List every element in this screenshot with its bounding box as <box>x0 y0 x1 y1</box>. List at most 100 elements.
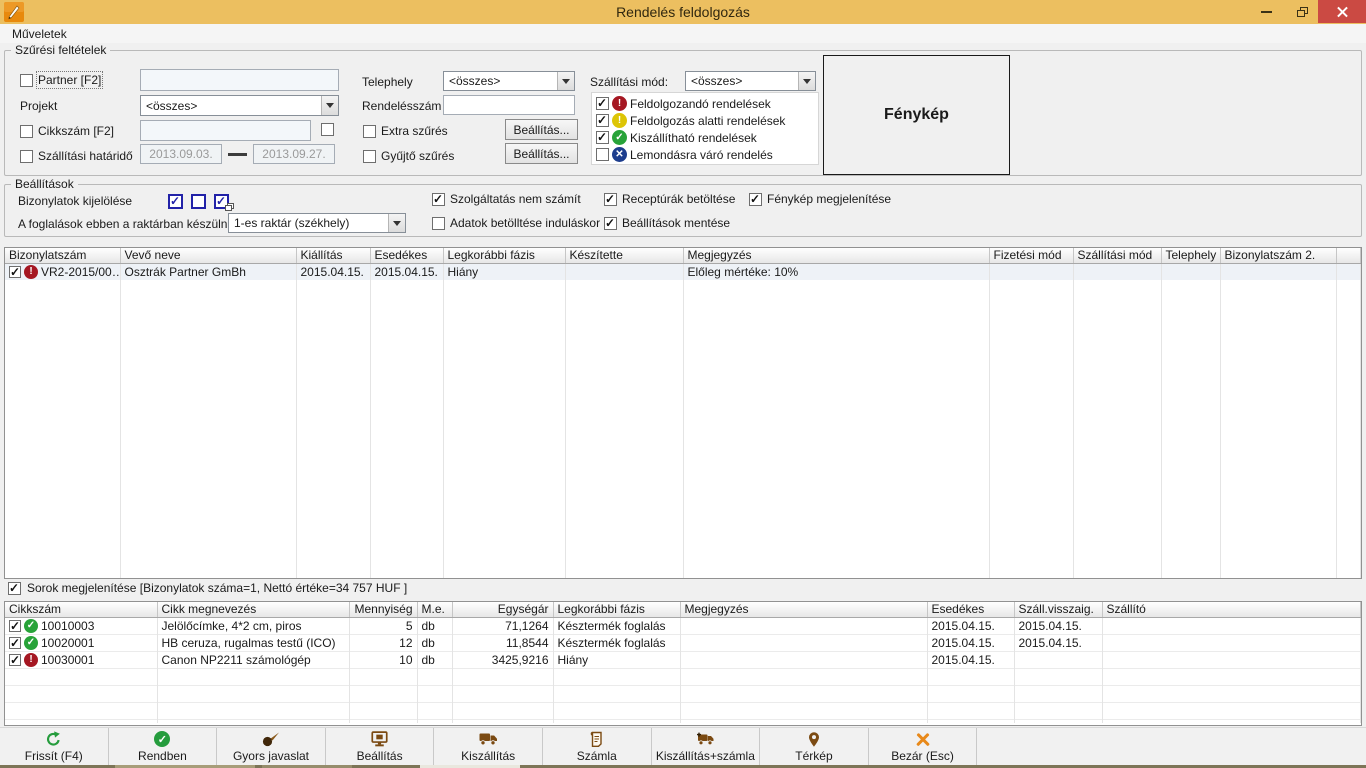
column-header[interactable]: Száll.visszaig. <box>1014 602 1102 617</box>
column-header-filler <box>1336 248 1361 263</box>
column-header[interactable]: Cikk megnevezés <box>157 602 349 617</box>
column-header[interactable]: Szállító <box>1102 602 1361 617</box>
column-header[interactable]: Bizonylatszám <box>5 248 120 263</box>
delivery-button-label: Kiszállítás <box>461 749 515 763</box>
column-header[interactable]: Megjegyzés <box>680 602 927 617</box>
delivery-plus-invoice-button[interactable]: Kiszállítás+számla <box>652 728 761 765</box>
date-range-dash <box>228 153 247 156</box>
ok-button[interactable]: ✓ Rendben <box>109 728 218 765</box>
extra-szures-checkbox[interactable] <box>363 125 376 138</box>
cikkszam-input[interactable] <box>140 120 311 141</box>
menu-muveletek[interactable]: Műveletek <box>6 27 73 41</box>
status-filter-row: ✓Kiszállítható rendelések <box>596 129 818 146</box>
date-to-input[interactable] <box>253 144 335 164</box>
cikkszam-label: Cikkszám [F2] <box>38 124 114 138</box>
szallitasi-mod-label: Szállítási mód: <box>590 75 668 89</box>
red-exclamation-icon: ! <box>24 265 38 279</box>
invoice-button[interactable]: Számla <box>543 728 652 765</box>
status-filter-list: !Feldolgozandó rendelések!Feldolgozás al… <box>591 92 819 165</box>
chevron-down-icon[interactable] <box>321 96 338 115</box>
row-checkbox[interactable] <box>9 620 21 632</box>
raktar-label: A foglalások ebben a raktárban készülnek… <box>18 217 243 231</box>
gyujto-szures-label: Gyűjtő szűrés <box>381 149 454 163</box>
status-filter-checkbox[interactable] <box>596 114 609 127</box>
gyujto-szures-settings-button[interactable]: Beállítás... <box>505 143 578 164</box>
status-filter-label: Lemondásra váró rendelés <box>630 148 773 162</box>
column-header[interactable]: Egységár <box>452 602 553 617</box>
row-id: 10020001 <box>41 636 94 650</box>
summary-label: Sorok megjelenítése [Bizonylatok száma=1… <box>27 581 407 595</box>
chevron-down-icon[interactable] <box>798 72 815 90</box>
close-icon[interactable] <box>1318 0 1366 23</box>
row-id: 10030001 <box>41 653 94 667</box>
table-row[interactable]: ✓10010003Jelölőcímke, 4*2 cm, piros5db71… <box>5 617 1361 634</box>
partner-input[interactable] <box>140 69 339 91</box>
column-header[interactable]: M.e. <box>417 602 452 617</box>
gyujto-szures-checkbox[interactable] <box>363 150 376 163</box>
partner-checkbox[interactable] <box>20 74 33 87</box>
column-header[interactable]: Szállítási mód <box>1073 248 1161 263</box>
row-checkbox[interactable] <box>9 654 21 666</box>
beallitasok-mentese-checkbox[interactable] <box>604 217 617 230</box>
orders-table: BizonylatszámVevő neveKiállításEsedékesL… <box>4 247 1362 579</box>
row-checkbox[interactable] <box>9 637 21 649</box>
rendelesszam-input[interactable] <box>443 95 575 115</box>
status-filter-checkbox[interactable] <box>596 148 609 161</box>
restore-icon[interactable] <box>1284 0 1320 23</box>
column-header[interactable]: Bizonylatszám 2. <box>1220 248 1336 263</box>
chevron-down-icon[interactable] <box>388 214 405 232</box>
blue-cross-icon: ✕ <box>612 147 627 162</box>
status-filter-checkbox[interactable] <box>596 131 609 144</box>
row-checkbox[interactable] <box>9 266 21 278</box>
column-header[interactable]: Legkorábbi fázis <box>553 602 680 617</box>
recepturak-betoltese-checkbox[interactable] <box>604 193 617 206</box>
quick-suggestion-button[interactable]: Gyors javaslat <box>217 728 326 765</box>
table-row[interactable]: !10030001Canon NP2211 számológép10db3425… <box>5 651 1361 668</box>
column-header[interactable]: Megjegyzés <box>683 248 989 263</box>
szallitasi-mod-select[interactable]: <összes> <box>685 71 816 91</box>
status-filter-label: Feldolgozás alatti rendelések <box>630 114 785 128</box>
truck-icon <box>479 730 498 748</box>
date-from-input[interactable] <box>140 144 222 164</box>
map-button[interactable]: Térkép <box>760 728 869 765</box>
select-none-checkbox[interactable] <box>191 194 206 209</box>
minimize-icon[interactable] <box>1248 0 1284 23</box>
invert-selection-checkbox[interactable] <box>214 194 229 209</box>
extra-szures-settings-button[interactable]: Beállítás... <box>505 119 578 140</box>
telephely-label: Telephely <box>362 75 413 89</box>
close-x-icon <box>916 730 930 748</box>
szallitasi-hatarido-checkbox[interactable] <box>20 150 33 163</box>
projekt-select[interactable]: <összes> <box>140 95 339 116</box>
select-all-checkbox[interactable] <box>168 194 183 209</box>
szolgaltatas-nem-szamit-checkbox[interactable] <box>432 193 445 206</box>
telephely-select[interactable]: <összes> <box>443 71 575 91</box>
invoice-button-label: Számla <box>577 749 617 763</box>
delivery-button[interactable]: Kiszállítás <box>434 728 543 765</box>
red-exclamation-icon: ! <box>612 96 627 111</box>
refresh-button[interactable]: Frissít (F4) <box>0 728 109 765</box>
adatok-betoltese-checkbox[interactable] <box>432 217 445 230</box>
column-header[interactable]: Esedékes <box>927 602 1014 617</box>
column-header[interactable]: Telephely <box>1161 248 1220 263</box>
status-filter-checkbox[interactable] <box>596 97 609 110</box>
column-header[interactable]: Kiállítás <box>296 248 370 263</box>
column-header[interactable]: Készítette <box>565 248 683 263</box>
fenykep-megjelenitese-checkbox[interactable] <box>749 193 762 206</box>
column-header[interactable]: Esedékes <box>370 248 443 263</box>
column-header[interactable]: Mennyiség <box>349 602 417 617</box>
rendelesszam-label: Rendelésszám <box>362 99 441 113</box>
cikkszam-extra-checkbox[interactable] <box>321 123 334 136</box>
cikkszam-checkbox[interactable] <box>20 125 33 138</box>
column-header[interactable]: Legkorábbi fázis <box>443 248 565 263</box>
close-button[interactable]: Bezár (Esc) <box>869 728 978 765</box>
raktar-select[interactable]: 1-es raktár (székhely) <box>228 213 406 233</box>
column-header[interactable]: Vevő neve <box>120 248 296 263</box>
column-header[interactable]: Fizetési mód <box>989 248 1073 263</box>
settings-button[interactable]: Beállítás <box>326 728 435 765</box>
table-row[interactable]: !VR2-2015/00…Osztrák Partner GmBh2015.04… <box>5 263 1361 280</box>
sorok-megjelenitese-checkbox[interactable] <box>8 582 21 595</box>
table-row[interactable]: ✓10020001HB ceruza, rugalmas testű (ICO)… <box>5 634 1361 651</box>
projekt-value: <összes> <box>141 99 321 113</box>
column-header[interactable]: Cikkszám <box>5 602 157 617</box>
chevron-down-icon[interactable] <box>557 72 574 90</box>
